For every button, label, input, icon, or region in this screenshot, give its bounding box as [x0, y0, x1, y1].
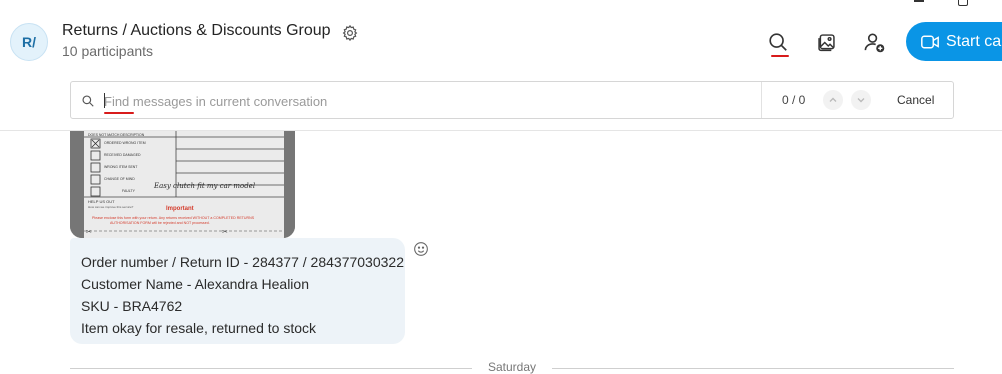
previous-match-button[interactable]: [823, 90, 843, 110]
find-messages-input[interactable]: [104, 91, 744, 111]
text-caret: [104, 93, 105, 108]
message-line: SKU - BRA4762: [81, 298, 183, 314]
form-option-4: CHANGE OF MIND: [104, 177, 135, 181]
chevron-down-icon: [857, 98, 865, 103]
day-separator-line: [552, 368, 954, 369]
chevron-up-icon: [829, 97, 837, 102]
svg-text:✂: ✂: [222, 228, 228, 236]
message-line: Order number / Return ID - 284377 / 2843…: [81, 254, 404, 270]
important-text-2: AUTHORISATION FORM will be rejected and …: [110, 221, 210, 225]
conversation-title[interactable]: Returns / Auctions & Discounts Group: [62, 22, 331, 40]
message-bubble[interactable]: Order number / Return ID - 284377 / 2843…: [70, 238, 405, 344]
form-option-0: DOES NOT MATCH DESCRIPTION: [88, 133, 145, 137]
svg-text:✂: ✂: [86, 228, 92, 236]
returns-form-photo: DOES NOT MATCH DESCRIPTION ORDERED WRONG…: [70, 131, 295, 238]
participants-count[interactable]: 10 participants: [62, 43, 153, 59]
form-option-5: FAULTY: [122, 189, 136, 193]
window-minimize-icon[interactable]: [914, 0, 924, 2]
add-reaction-icon[interactable]: [413, 241, 429, 257]
message-line: Item okay for resale, returned to stock: [81, 320, 316, 336]
add-person-icon: [864, 33, 884, 52]
important-label: Important: [166, 206, 194, 212]
add-participant-button[interactable]: [861, 29, 887, 55]
cancel-search-button[interactable]: Cancel: [897, 93, 934, 107]
next-match-button[interactable]: [851, 90, 871, 110]
settings-gear-icon[interactable]: [341, 24, 359, 42]
find-search-icon: [82, 95, 94, 107]
day-separator-label: Saturday: [487, 360, 537, 374]
find-divider: [761, 82, 762, 118]
form-option-3: WRONG ITEM SENT: [104, 165, 138, 169]
handwritten-reason: Easy clutch fit my car model: [153, 182, 255, 190]
message-image[interactable]: DOES NOT MATCH DESCRIPTION ORDERED WRONG…: [70, 131, 295, 238]
day-separator-line: [70, 368, 472, 369]
conversation-header: R/ Returns / Auctions & Discounts Group …: [0, 0, 1002, 80]
search-button[interactable]: [765, 29, 791, 55]
message-line: Customer Name - Alexandra Healion: [81, 276, 309, 292]
video-icon: [921, 35, 939, 48]
help-label: HELP US OUT: [88, 199, 115, 204]
important-text-1: Please enclose this form with your retur…: [92, 216, 255, 220]
start-call-label: Start call: [946, 32, 1002, 50]
match-count: 0 / 0: [782, 93, 806, 107]
form-option-1: ORDERED WRONG ITEM: [104, 141, 146, 145]
start-call-button[interactable]: Start call: [906, 22, 1002, 61]
search-icon: [769, 33, 787, 51]
help-sub: How can we improve this service?: [88, 205, 134, 209]
annotation-underline: [771, 55, 789, 57]
form-option-2: RECEIVED DAMAGED: [104, 153, 141, 157]
group-avatar[interactable]: R/: [10, 23, 48, 61]
find-in-conversation-bar: 0 / 0 Cancel: [70, 81, 954, 119]
gallery-button[interactable]: [813, 29, 839, 55]
gallery-icon: [817, 33, 835, 51]
window-maximize-icon[interactable]: [958, 0, 968, 6]
annotation-underline: [104, 112, 134, 114]
